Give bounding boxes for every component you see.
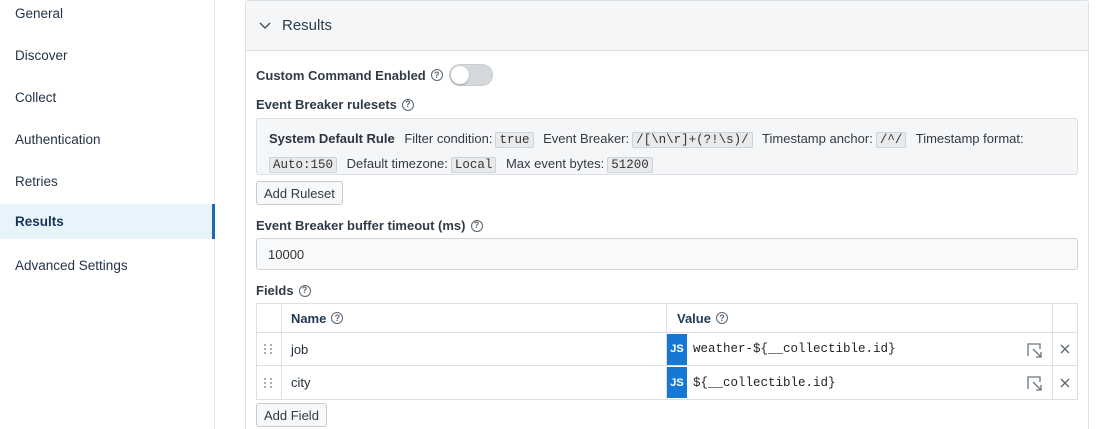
fields-label: Fields: [256, 283, 294, 298]
expand-icon[interactable]: [1026, 375, 1042, 394]
add-ruleset-button[interactable]: Add Ruleset: [256, 181, 343, 205]
buffer-timeout-label-row: Event Breaker buffer timeout (ms) ?: [256, 218, 483, 233]
results-panel: Results Custom Command Enabled ? Event B…: [245, 0, 1089, 429]
js-badge: JS: [667, 367, 688, 398]
event-breaker-label-row: Event Breaker rulesets ?: [256, 97, 414, 112]
tz-value: Local: [450, 157, 497, 173]
help-icon[interactable]: ?: [401, 98, 414, 111]
js-badge: JS: [667, 333, 688, 365]
buffer-timeout-label: Event Breaker buffer timeout (ms): [256, 218, 466, 233]
ts-anchor-value: /^/: [875, 132, 907, 148]
ts-format-value: Auto:150: [269, 157, 338, 173]
breaker-value: /[\n\r]+(?!\s)/: [632, 132, 753, 148]
table-row: city JS ${__collectible.id}: [257, 366, 1077, 399]
max-bytes-label: Max event bytes:: [505, 156, 605, 171]
fields-label-row: Fields ?: [256, 283, 311, 298]
table-header-row: Name ? Value ?: [257, 304, 1077, 333]
help-icon[interactable]: ?: [470, 219, 483, 232]
help-icon[interactable]: ?: [715, 312, 728, 324]
panel-title: Results: [282, 17, 333, 34]
sidebar-item-results[interactable]: Results: [0, 204, 215, 239]
field-name-cell[interactable]: job: [282, 333, 668, 365]
help-icon[interactable]: ?: [331, 312, 344, 324]
chevron-down-icon[interactable]: [258, 19, 272, 33]
field-name-cell[interactable]: city: [282, 366, 668, 399]
ts-format-label: Timestamp format:: [915, 131, 1024, 146]
field-value-text[interactable]: ${__collectible.id}: [693, 376, 836, 390]
tz-label: Default timezone:: [346, 156, 448, 171]
ruleset-name: System Default Rule: [269, 131, 395, 146]
expand-icon[interactable]: [1026, 342, 1042, 361]
add-field-button[interactable]: Add Field: [256, 403, 327, 427]
header-drag-cell: [257, 304, 282, 332]
name-header: Name ?: [282, 304, 667, 332]
sidebar-item-general[interactable]: General: [0, 0, 214, 34]
close-icon[interactable]: [1053, 366, 1077, 399]
field-value-cell[interactable]: JS weather-${__collectible.id}: [667, 333, 1054, 365]
sidebar-item-discover[interactable]: Discover: [0, 34, 214, 76]
header-action-cell: [1053, 304, 1077, 332]
filter-label: Filter condition:: [404, 131, 493, 146]
breaker-label: Event Breaker:: [543, 131, 630, 146]
sidebar: General Discover Collect Authentication …: [0, 0, 215, 429]
max-bytes-value: 51200: [607, 157, 653, 173]
sidebar-item-collect[interactable]: Collect: [0, 76, 214, 118]
filter-value: true: [495, 132, 534, 148]
field-value-text[interactable]: weather-${__collectible.id}: [693, 342, 896, 356]
field-value-cell[interactable]: JS ${__collectible.id}: [667, 366, 1054, 399]
toggle-knob: [450, 66, 469, 84]
event-breaker-label: Event Breaker rulesets: [256, 97, 397, 112]
help-icon[interactable]: ?: [298, 284, 311, 297]
custom-command-row: Custom Command Enabled ?: [256, 63, 493, 87]
custom-command-label: Custom Command Enabled: [256, 67, 426, 83]
sidebar-item-retries[interactable]: Retries: [0, 160, 214, 202]
drag-handle-icon[interactable]: [257, 366, 282, 399]
help-icon[interactable]: ?: [430, 69, 443, 81]
buffer-timeout-input[interactable]: 10000: [256, 238, 1078, 270]
sidebar-item-advanced-settings[interactable]: Advanced Settings: [0, 244, 214, 286]
value-header: Value ?: [667, 304, 1054, 332]
custom-command-toggle[interactable]: [448, 64, 493, 86]
table-row: job JS weather-${__collectible.id}: [257, 333, 1077, 366]
panel-header[interactable]: Results: [246, 1, 1088, 51]
close-icon[interactable]: [1053, 333, 1077, 365]
ruleset-card[interactable]: System Default Rule Filter condition: tru…: [256, 118, 1078, 175]
drag-handle-icon[interactable]: [257, 333, 282, 365]
sidebar-item-authentication[interactable]: Authentication: [0, 118, 214, 160]
name-header-label: Name: [290, 310, 327, 326]
value-header-label: Value: [677, 310, 711, 326]
ts-anchor-label: Timestamp anchor:: [762, 131, 873, 146]
fields-table: Name ? Value ? job JS weather-${__collec…: [256, 303, 1078, 400]
